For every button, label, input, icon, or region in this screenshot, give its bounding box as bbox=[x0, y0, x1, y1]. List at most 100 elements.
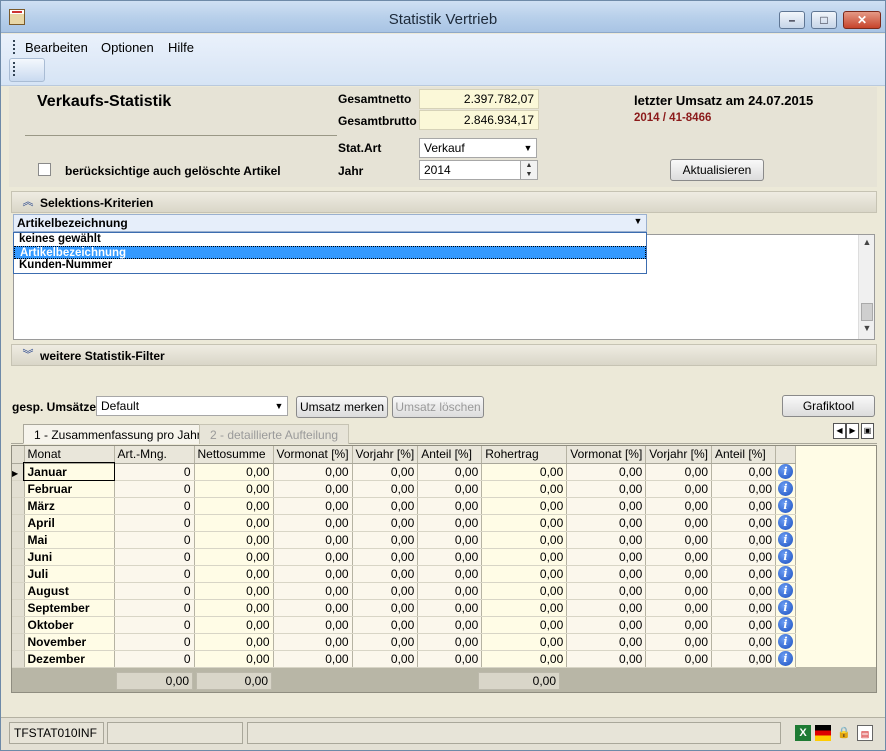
umsatz-merken-button[interactable]: Umsatz merken bbox=[296, 396, 388, 418]
aktualisieren-button[interactable]: Aktualisieren bbox=[670, 159, 764, 181]
cell-vm2[interactable]: 0,00 bbox=[566, 565, 647, 583]
table-row[interactable]: ▶ Januar 0 0,00 0,00 0,00 0,00 0,00 0,00 0,00 0,00… bbox=[12, 462, 796, 481]
cell-roh[interactable]: 0,00 bbox=[481, 463, 568, 481]
cell-vj[interactable]: 0,00 bbox=[352, 531, 419, 549]
cell-ant2[interactable]: 0,00 bbox=[711, 497, 776, 515]
cell-ant[interactable]: 0,00 bbox=[417, 497, 483, 515]
cell-ant[interactable]: 0,00 bbox=[417, 582, 483, 600]
row-header[interactable] bbox=[12, 531, 25, 549]
table-row[interactable]: Juli 0 0,00 0,00 0,00 0,00 0,00 0,00 0,00 0,00 i bbox=[12, 565, 796, 583]
cell-ant[interactable]: 0,00 bbox=[417, 616, 483, 634]
cell-vm2[interactable]: 0,00 bbox=[566, 548, 647, 566]
stat-art-select[interactable]: Verkauf ▼ bbox=[419, 138, 537, 158]
col-vorjahr-2[interactable]: Vorjahr [%] bbox=[645, 446, 712, 464]
cell-menge[interactable]: 0 bbox=[114, 514, 195, 532]
selection-panel-header[interactable]: ︽ Selektions-Kriterien bbox=[11, 191, 877, 213]
cell-ant2[interactable]: 0,00 bbox=[711, 548, 776, 566]
cell-vj2[interactable]: 0,00 bbox=[645, 463, 712, 481]
cell-vm[interactable]: 0,00 bbox=[273, 633, 353, 651]
cell-netto[interactable]: 0,00 bbox=[194, 463, 274, 481]
cell-vm[interactable]: 0,00 bbox=[273, 582, 353, 600]
info-icon[interactable]: i bbox=[778, 481, 793, 497]
menu-bearbeiten[interactable]: Bearbeiten bbox=[25, 40, 88, 55]
cell-vj[interactable]: 0,00 bbox=[352, 514, 419, 532]
cell-vm[interactable]: 0,00 bbox=[273, 548, 353, 566]
table-row[interactable]: Mai 0 0,00 0,00 0,00 0,00 0,00 0,00 0,00 0,00 i bbox=[12, 531, 796, 549]
cell-monat[interactable]: Februar bbox=[24, 480, 115, 498]
cell-vj2[interactable]: 0,00 bbox=[645, 599, 712, 617]
cell-ant2[interactable]: 0,00 bbox=[711, 531, 776, 549]
table-row[interactable]: Februar 0 0,00 0,00 0,00 0,00 0,00 0,00 0,00 0,00… bbox=[12, 480, 796, 498]
table-row[interactable]: August 0 0,00 0,00 0,00 0,00 0,00 0,00 0,00 0,00 i bbox=[12, 582, 796, 600]
info-icon[interactable]: i bbox=[778, 515, 793, 531]
cell-vm2[interactable]: 0,00 bbox=[566, 633, 647, 651]
cell-netto[interactable]: 0,00 bbox=[194, 633, 274, 651]
cell-vm[interactable]: 0,00 bbox=[273, 480, 353, 498]
menu-optionen[interactable]: Optionen bbox=[101, 40, 154, 55]
cell-roh[interactable]: 0,00 bbox=[481, 531, 568, 549]
cell-roh[interactable]: 0,00 bbox=[481, 514, 568, 532]
row-header[interactable] bbox=[12, 650, 25, 668]
cell-monat[interactable]: September bbox=[24, 599, 115, 617]
cell-roh[interactable]: 0,00 bbox=[481, 565, 568, 583]
col-vorjahr[interactable]: Vorjahr [%] bbox=[352, 446, 419, 464]
cell-roh[interactable]: 0,00 bbox=[481, 650, 568, 668]
cell-monat[interactable]: Dezember bbox=[24, 650, 115, 668]
info-icon[interactable]: i bbox=[778, 651, 793, 667]
cell-vj2[interactable]: 0,00 bbox=[645, 565, 712, 583]
table-row[interactable]: April 0 0,00 0,00 0,00 0,00 0,00 0,00 0,00 0,00 i bbox=[12, 514, 796, 532]
cell-menge[interactable]: 0 bbox=[114, 565, 195, 583]
cell-roh[interactable]: 0,00 bbox=[481, 480, 568, 498]
col-nettosumme[interactable]: Nettosumme bbox=[194, 446, 274, 464]
cell-netto[interactable]: 0,00 bbox=[194, 514, 274, 532]
cell-vj2[interactable]: 0,00 bbox=[645, 633, 712, 651]
col-anteil-2[interactable]: Anteil [%] bbox=[711, 446, 776, 464]
criteria-option-kundennummer[interactable]: Kunden-Nummer bbox=[14, 259, 646, 272]
jahr-spinner[interactable]: ▲ ▼ bbox=[520, 160, 538, 180]
criteria-select[interactable]: Artikelbezeichnung ▼ bbox=[13, 214, 647, 232]
row-header[interactable] bbox=[12, 497, 25, 515]
cell-roh[interactable]: 0,00 bbox=[481, 582, 568, 600]
cell-ant[interactable]: 0,00 bbox=[417, 463, 483, 481]
deleted-articles-checkbox[interactable] bbox=[38, 163, 51, 176]
toolbar-grip-handle[interactable] bbox=[13, 62, 15, 76]
col-vormonat[interactable]: Vormonat [%] bbox=[273, 446, 353, 464]
col-rohertrag[interactable]: Rohertrag bbox=[481, 446, 568, 464]
cell-roh[interactable]: 0,00 bbox=[481, 599, 568, 617]
cell-netto[interactable]: 0,00 bbox=[194, 599, 274, 617]
col-monat[interactable]: Monat bbox=[24, 446, 115, 464]
cell-menge[interactable]: 0 bbox=[114, 633, 195, 651]
cell-vj2[interactable]: 0,00 bbox=[645, 531, 712, 549]
gesp-umsaetze-select[interactable]: Default ▼ bbox=[96, 396, 288, 416]
cell-vm2[interactable]: 0,00 bbox=[566, 650, 647, 668]
cell-monat[interactable]: März bbox=[24, 497, 115, 515]
cell-roh[interactable]: 0,00 bbox=[481, 497, 568, 515]
info-icon[interactable]: i bbox=[778, 634, 793, 650]
grafiktool-button[interactable]: Grafiktool bbox=[782, 395, 875, 417]
cell-vj[interactable]: 0,00 bbox=[352, 548, 419, 566]
cell-ant[interactable]: 0,00 bbox=[417, 650, 483, 668]
cell-vj2[interactable]: 0,00 bbox=[645, 582, 712, 600]
cell-vm[interactable]: 0,00 bbox=[273, 497, 353, 515]
cell-vj2[interactable]: 0,00 bbox=[645, 616, 712, 634]
info-icon[interactable]: i bbox=[778, 583, 793, 599]
cell-vm2[interactable]: 0,00 bbox=[566, 599, 647, 617]
cell-vj[interactable]: 0,00 bbox=[352, 480, 419, 498]
cell-netto[interactable]: 0,00 bbox=[194, 548, 274, 566]
minimize-button[interactable]: – bbox=[779, 11, 805, 29]
row-header[interactable] bbox=[12, 548, 25, 566]
cell-vj[interactable]: 0,00 bbox=[352, 582, 419, 600]
report-icon[interactable]: ▤ bbox=[857, 725, 873, 741]
cell-ant[interactable]: 0,00 bbox=[417, 480, 483, 498]
cell-vm[interactable]: 0,00 bbox=[273, 514, 353, 532]
cell-vm[interactable]: 0,00 bbox=[273, 463, 353, 481]
cell-roh[interactable]: 0,00 bbox=[481, 633, 568, 651]
cell-vj[interactable]: 0,00 bbox=[352, 616, 419, 634]
criteria-option-artikelbezeichnung[interactable]: Artikelbezeichnung bbox=[14, 246, 646, 259]
cell-menge[interactable]: 0 bbox=[114, 582, 195, 600]
close-button[interactable]: ✕ bbox=[843, 11, 881, 29]
cell-ant[interactable]: 0,00 bbox=[417, 599, 483, 617]
cell-vj[interactable]: 0,00 bbox=[352, 497, 419, 515]
cell-monat[interactable]: Oktober bbox=[24, 616, 115, 634]
menu-hilfe[interactable]: Hilfe bbox=[168, 40, 194, 55]
